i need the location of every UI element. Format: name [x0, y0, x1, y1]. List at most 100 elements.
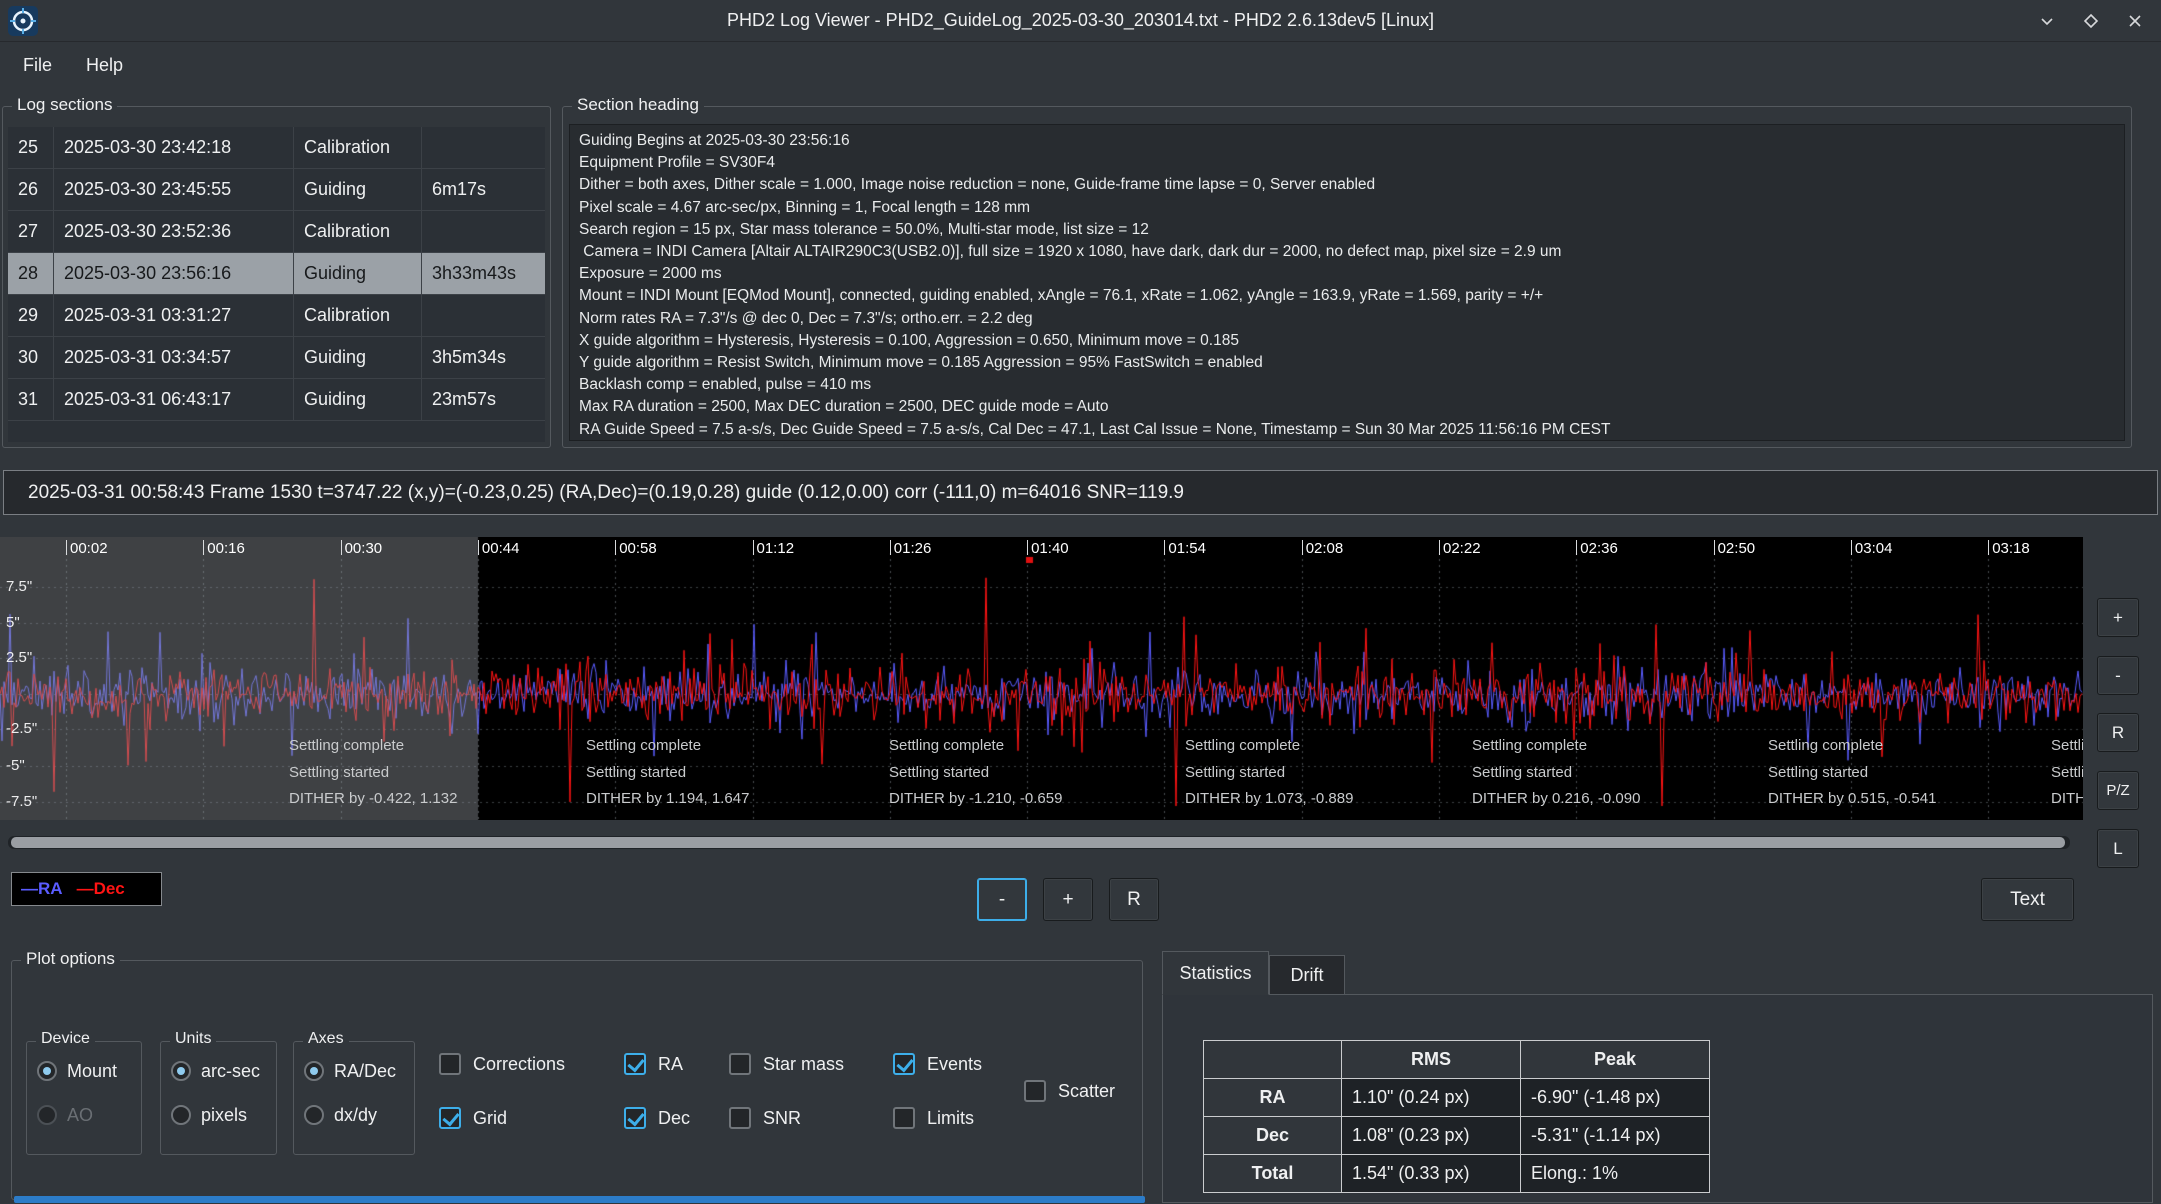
radio-mount[interactable]: Mount	[37, 1058, 117, 1084]
stats-row: Total1.54" (0.33 px)Elong.: 1%	[1204, 1155, 1710, 1193]
log-cell-type: Guiding	[294, 253, 422, 294]
ra-line-swatch: —	[21, 879, 38, 898]
log-sections-title: Log sections	[12, 95, 117, 115]
checkbox-grid[interactable]: Grid	[439, 1105, 507, 1131]
guide-graph[interactable]: 00:0200:1600:3000:4400:5801:1201:2601:40…	[0, 537, 2083, 820]
log-section-row[interactable]: 282025-03-30 23:56:16Guiding3h33m43s	[8, 253, 545, 295]
time-tick: 02:08	[1302, 540, 1344, 557]
checkbox-ra[interactable]: RA	[624, 1051, 683, 1077]
menu-file[interactable]: File	[8, 48, 67, 83]
axes-group-title: Axes	[303, 1030, 349, 1048]
radio-label: AO	[67, 1105, 93, 1126]
log-sections-table: 252025-03-30 23:42:18Calibration262025-0…	[8, 127, 545, 442]
section-heading-line: Max RA duration = 2500, Max DEC duration…	[579, 396, 2115, 418]
close-button[interactable]	[2125, 11, 2145, 31]
graph-r-button[interactable]: R	[2097, 713, 2139, 752]
radio-dx-dy[interactable]: dx/dy	[304, 1102, 377, 1128]
time-tick-label: 00:30	[345, 540, 383, 557]
log-section-row[interactable]: 272025-03-30 23:52:36Calibration	[8, 211, 545, 253]
time-tick: 01:12	[753, 540, 795, 557]
time-tick: 00:30	[341, 540, 383, 557]
radio-pixels[interactable]: pixels	[171, 1102, 247, 1128]
log-cell-type: Guiding	[294, 379, 422, 420]
section-heading-line: Exposure = 2000 ms	[579, 263, 2115, 285]
section-heading-line: Norm rates RA = 7.3"/s @ dec 0, Dec = 7.…	[579, 308, 2115, 330]
checkbox-corrections[interactable]: Corrections	[439, 1051, 565, 1077]
title-bar[interactable]: PHD2 Log Viewer - PHD2_GuideLog_2025-03-…	[0, 0, 2161, 42]
tab-statistics[interactable]: Statistics	[1162, 951, 1269, 995]
graph-scrollbar-thumb[interactable]	[11, 837, 2065, 848]
checkbox-icon	[893, 1053, 915, 1075]
log-sections-panel: Log sections 252025-03-30 23:42:18Calibr…	[2, 106, 551, 448]
minimize-button[interactable]	[2037, 11, 2057, 31]
frame-status-bar: 2025-03-31 00:58:43 Frame 1530 t=3747.22…	[3, 470, 2158, 515]
stats-header-row: RMSPeak	[1204, 1041, 1710, 1079]
text-button[interactable]: Text	[1981, 878, 2074, 921]
log-cell-num: 28	[8, 253, 54, 294]
time-tick-label: 01:26	[894, 540, 932, 557]
checkbox-dec[interactable]: Dec	[624, 1105, 690, 1131]
time-tick-label: 01:40	[1031, 540, 1069, 557]
graph-l-button[interactable]: L	[2097, 829, 2139, 868]
checkbox-snr[interactable]: SNR	[729, 1105, 801, 1131]
time-tick-label: 02:08	[1306, 540, 1344, 557]
log-section-row[interactable]: 262025-03-30 23:45:55Guiding6m17s	[8, 169, 545, 211]
event-line: Settling complete	[289, 733, 457, 760]
stats-value-cell: Elong.: 1%	[1521, 1155, 1710, 1193]
stats-value-cell: 1.10" (0.24 px)	[1342, 1079, 1521, 1117]
zoom-in-button[interactable]: +	[1043, 878, 1093, 921]
checkbox-icon	[1024, 1080, 1046, 1102]
event-line: Settling started	[889, 760, 1062, 787]
tab-drift[interactable]: Drift	[1269, 955, 1345, 995]
log-cell-duration: 23m57s	[422, 379, 545, 420]
radio-arc-sec[interactable]: arc-sec	[171, 1058, 260, 1084]
checkbox-limits[interactable]: Limits	[893, 1105, 974, 1131]
graph-scrollbar[interactable]	[8, 836, 2070, 849]
checkbox-events[interactable]: Events	[893, 1051, 982, 1077]
event-line: Settling complete	[586, 733, 749, 760]
log-cell-datetime: 2025-03-31 03:31:27	[54, 295, 294, 336]
graph-minus-button[interactable]: -	[2097, 656, 2139, 695]
log-section-row[interactable]: 252025-03-30 23:42:18Calibration	[8, 127, 545, 169]
maximize-button[interactable]	[2081, 11, 2101, 31]
app-icon	[8, 6, 38, 36]
log-section-row[interactable]: 312025-03-31 06:43:17Guiding23m57s	[8, 379, 545, 421]
time-tick: 00:02	[66, 540, 108, 557]
section-heading-text: Guiding Begins at 2025-03-30 23:56:16Equ…	[569, 124, 2125, 441]
guide-event-annotation: Settling completeSettling startedDITHER …	[1472, 733, 1640, 813]
stats-row-label: Dec	[1204, 1117, 1342, 1155]
dec-line-swatch: —	[77, 879, 94, 898]
log-cell-datetime: 2025-03-31 06:43:17	[54, 379, 294, 420]
log-cell-datetime: 2025-03-30 23:42:18	[54, 127, 294, 168]
zoom-out-button[interactable]: -	[977, 878, 1027, 921]
tick-mark	[1164, 540, 1165, 555]
time-tick: 00:44	[478, 540, 520, 557]
section-heading-line: X guide algorithm = Hysteresis, Hysteres…	[579, 330, 2115, 352]
log-section-row[interactable]: 292025-03-31 03:31:27Calibration	[8, 295, 545, 337]
section-heading-line: Mount = INDI Mount [EQMod Mount], connec…	[579, 285, 2115, 307]
diamond-icon	[2082, 12, 2100, 30]
graph-pz-button[interactable]: P/Z	[2097, 771, 2139, 810]
log-cell-datetime: 2025-03-30 23:52:36	[54, 211, 294, 252]
focus-accent-bar	[14, 1196, 1145, 1203]
tick-mark	[1439, 540, 1440, 555]
checkbox-scatter[interactable]: Scatter	[1024, 1078, 1115, 1104]
checkbox-label: Scatter	[1058, 1081, 1115, 1102]
graph-plus-button[interactable]: +	[2097, 598, 2139, 637]
checkbox-label: Events	[927, 1054, 982, 1075]
log-cell-duration	[422, 295, 545, 336]
event-line: Settling complete	[1185, 733, 1353, 760]
tick-mark	[1576, 540, 1577, 555]
menu-help[interactable]: Help	[71, 48, 138, 83]
section-heading-line: Guiding Begins at 2025-03-30 23:56:16	[579, 130, 2115, 152]
section-heading-line: RA Guide Speed = 7.5 a-s/s, Dec Guide Sp…	[579, 419, 2115, 441]
reset-button[interactable]: R	[1109, 878, 1159, 921]
checkbox-label: SNR	[763, 1108, 801, 1129]
checkbox-icon	[893, 1107, 915, 1129]
legend-dec: —Dec	[77, 879, 125, 899]
radio-ra-dec[interactable]: RA/Dec	[304, 1058, 396, 1084]
stats-row-label: Total	[1204, 1155, 1342, 1193]
checkbox-star-mass[interactable]: Star mass	[729, 1051, 844, 1077]
log-section-row[interactable]: 302025-03-31 03:34:57Guiding3h5m34s	[8, 337, 545, 379]
checkbox-icon	[439, 1053, 461, 1075]
